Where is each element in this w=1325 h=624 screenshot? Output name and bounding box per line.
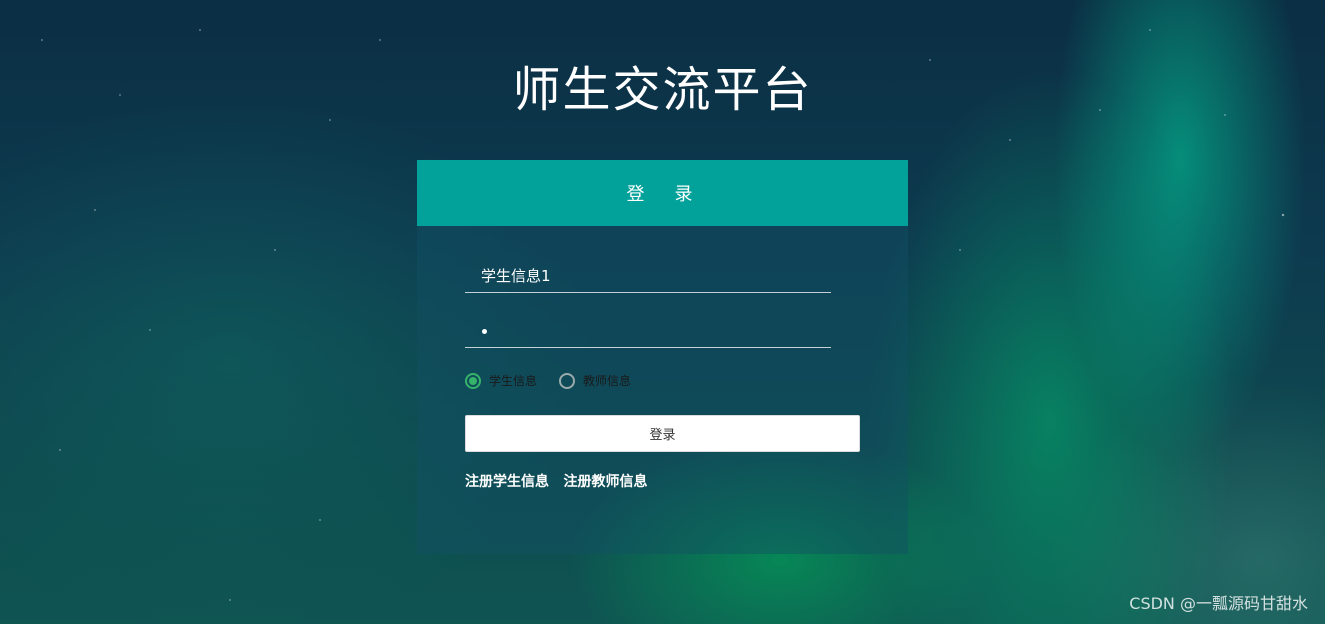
login-panel-header: 登 录 <box>417 160 908 226</box>
login-button[interactable]: 登录 <box>465 415 860 452</box>
page-title: 师生交流平台 <box>512 62 813 118</box>
register-links: 注册学生信息 注册教师信息 <box>465 471 657 491</box>
watermark: CSDN @一瓢源码甘甜水 <box>1129 594 1308 613</box>
password-input[interactable] <box>465 313 831 347</box>
login-panel-title: 登 录 <box>626 184 699 205</box>
role-option-teacher-label: 教师信息 <box>583 374 632 388</box>
login-panel: 登 录 学生信息 教师信息 登录 注册学生信息 注册教师信息 <box>417 160 908 554</box>
radio-selected-icon[interactable] <box>465 372 481 389</box>
username-field <box>465 258 831 293</box>
register-teacher-link[interactable]: 注册教师信息 <box>563 474 647 490</box>
role-selector: 学生信息 教师信息 <box>465 372 653 389</box>
role-option-teacher[interactable]: 教师信息 <box>559 372 631 389</box>
password-mask-dot <box>482 329 487 334</box>
register-student-link[interactable]: 注册学生信息 <box>465 474 549 490</box>
password-field <box>465 313 831 348</box>
radio-unselected-icon[interactable] <box>559 372 576 389</box>
role-option-student[interactable]: 学生信息 <box>465 372 537 389</box>
role-option-student-label: 学生信息 <box>489 374 538 388</box>
username-input[interactable] <box>465 258 831 292</box>
